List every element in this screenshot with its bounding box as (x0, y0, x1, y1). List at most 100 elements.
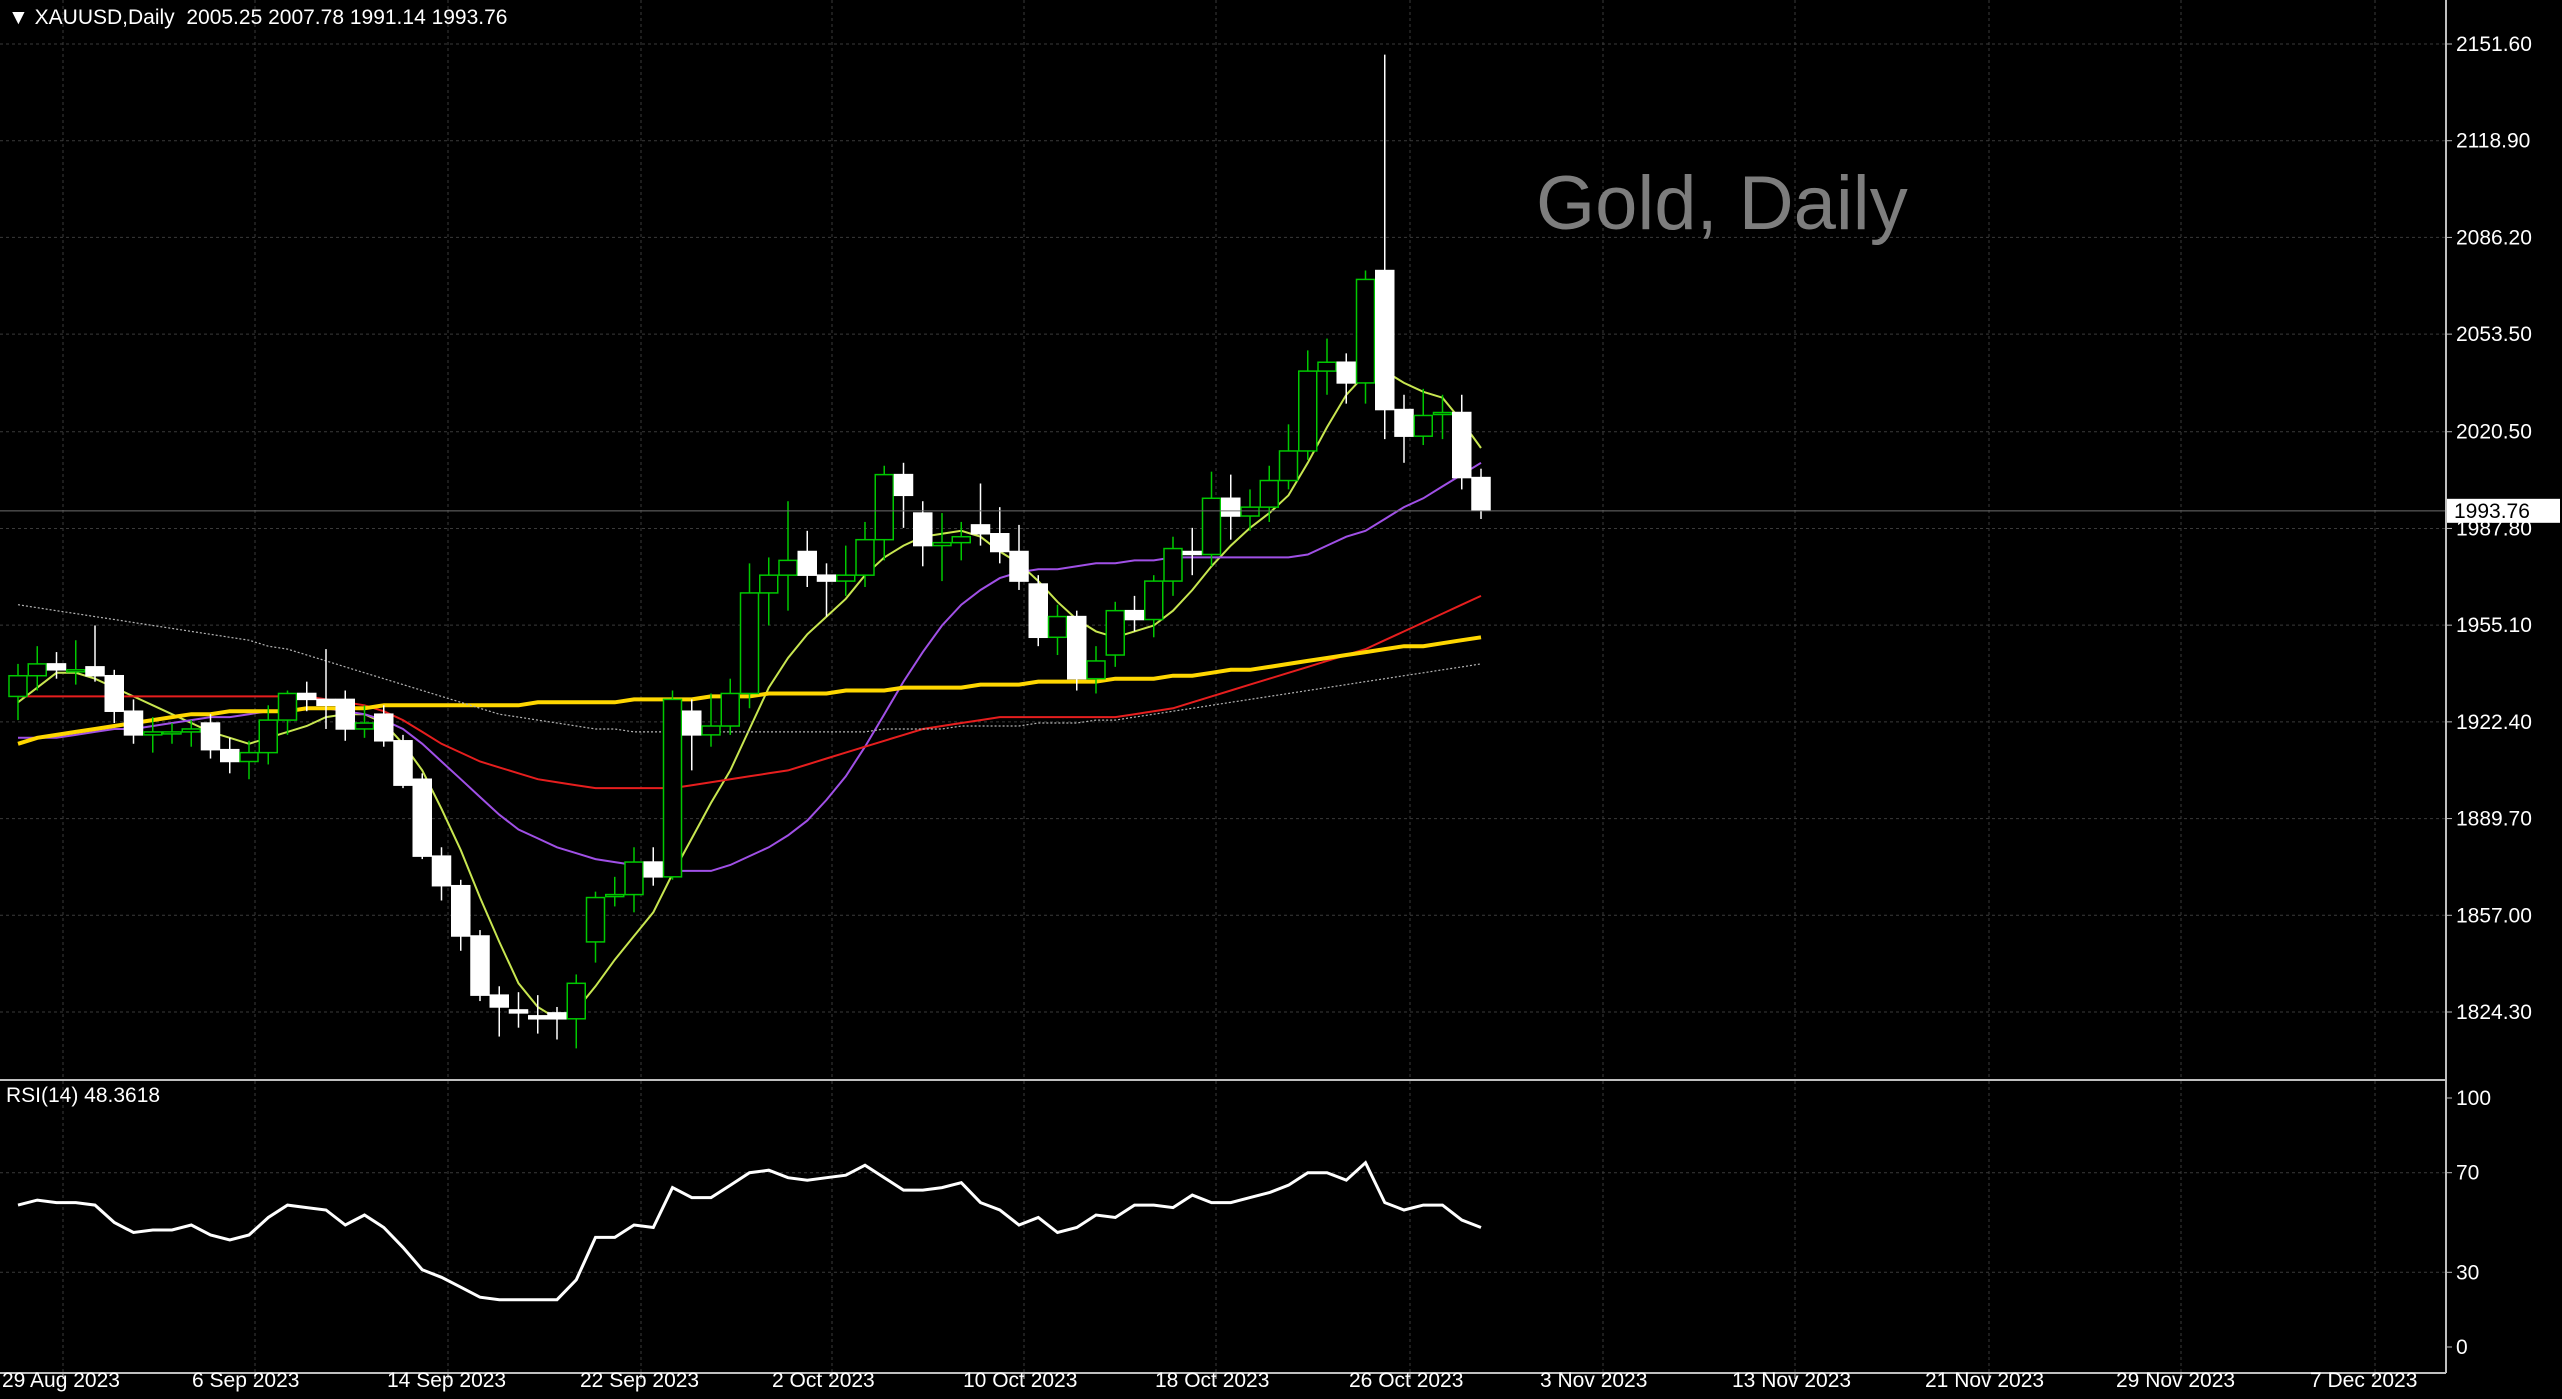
price-tick-label: 1955.10 (2456, 614, 2532, 637)
rsi-tick-label: 0 (2456, 1336, 2468, 1359)
candle-body (489, 994, 509, 1008)
candle-body (855, 538, 875, 576)
candle (951, 521, 971, 561)
candle (1471, 468, 1491, 519)
candle (66, 640, 86, 685)
candle-body (759, 574, 779, 594)
candle (759, 557, 779, 626)
candle (1163, 536, 1183, 596)
candle-body (1298, 370, 1318, 452)
time-tick-label: 26 Oct 2023 (1349, 1369, 1463, 1392)
candle-body (277, 692, 298, 721)
rsi-line (17, 1160, 1482, 1302)
price-tick-label: 2086.20 (2456, 226, 2532, 249)
candle (451, 879, 471, 951)
candle (200, 714, 221, 759)
candle (8, 663, 28, 721)
candle-body (220, 748, 240, 763)
candle-body (701, 725, 721, 736)
symbol-header[interactable]: ▼ XAUUSD,Daily 2005.25 2007.78 1991.14 1… (8, 6, 508, 30)
candle (431, 847, 452, 901)
candle-body (258, 719, 278, 754)
candle (1278, 424, 1299, 490)
panel-frames (0, 0, 2447, 1374)
candle (605, 876, 625, 907)
candle-body (27, 663, 47, 677)
candle-body (239, 751, 259, 763)
candle-body (797, 550, 817, 576)
rsi-tick-label: 30 (2456, 1261, 2479, 1284)
rsi-tick-label: 100 (2456, 1087, 2491, 1110)
candle-body (1047, 615, 1068, 639)
price-tick-label: 1889.70 (2456, 808, 2532, 831)
candle (1317, 338, 1337, 395)
candle-body (1278, 450, 1299, 482)
candle (1086, 646, 1106, 694)
time-tick-label: 13 Nov 2023 (1732, 1369, 1851, 1392)
candle-body (662, 698, 683, 878)
candle-body (316, 698, 336, 707)
price-tick-label: 2118.90 (2456, 130, 2530, 153)
candle-body (1086, 660, 1106, 680)
candle-body (1105, 609, 1125, 656)
candle (643, 847, 663, 886)
candle-body (585, 896, 606, 943)
candle-body (1182, 550, 1202, 556)
time-tick-label: 3 Nov 2023 (1540, 1369, 1647, 1392)
candle (566, 974, 586, 1049)
candle-body (1144, 580, 1164, 621)
candle-body (8, 674, 28, 698)
candle-body (297, 692, 317, 701)
candle (258, 705, 278, 765)
candle-body (431, 855, 452, 887)
candle (739, 563, 760, 709)
candle (585, 891, 606, 963)
time-tick-label: 6 Sep 2023 (192, 1369, 299, 1392)
candle (489, 986, 509, 1037)
price-tick-label: 1824.30 (2456, 1001, 2532, 1024)
candle-body (836, 574, 856, 582)
candle-body (951, 535, 971, 544)
candle (624, 847, 644, 913)
candle-body (46, 663, 67, 671)
candle-body (1355, 278, 1376, 384)
candle (528, 995, 548, 1034)
candle-body (470, 935, 490, 996)
candle (277, 690, 298, 735)
candle (932, 513, 952, 582)
candle (816, 563, 837, 617)
candle-body (393, 740, 413, 786)
candle-body (181, 728, 201, 733)
candle-body (1221, 497, 1241, 517)
candle (836, 545, 856, 596)
grid (0, 0, 2446, 1373)
time-tick-label: 14 Sep 2023 (387, 1369, 506, 1392)
candle-body (970, 524, 991, 535)
candle (682, 699, 702, 771)
candle (1105, 601, 1125, 667)
rsi-axis: 100 70 30 0 (2446, 1087, 2491, 1359)
candle (855, 521, 875, 588)
candle-body (566, 982, 586, 1020)
candle (662, 690, 683, 880)
candle-body (200, 722, 221, 751)
rsi-tick-label: 70 (2456, 1162, 2479, 1185)
candle (1432, 394, 1453, 440)
triangle-down-icon[interactable]: ▼ (8, 6, 29, 29)
candle-body (682, 710, 702, 736)
candle (393, 734, 413, 789)
candle-body (451, 884, 471, 937)
candle-body (66, 669, 86, 673)
candle (123, 699, 144, 744)
candle (874, 465, 894, 561)
rsi-panel (17, 1160, 1482, 1302)
candle-body (1240, 506, 1260, 517)
candle-body (778, 559, 798, 576)
rsi-label: RSI(14) 48.3618 (6, 1084, 161, 1107)
chart-canvas[interactable]: 2151.602118.902086.202053.502020.501987.… (0, 0, 2562, 1399)
time-tick-label: 29 Nov 2023 (2116, 1369, 2235, 1392)
candle-body (1471, 476, 1491, 511)
candle-body (335, 698, 355, 730)
candle-body (1028, 583, 1048, 639)
candle-body (374, 713, 394, 742)
